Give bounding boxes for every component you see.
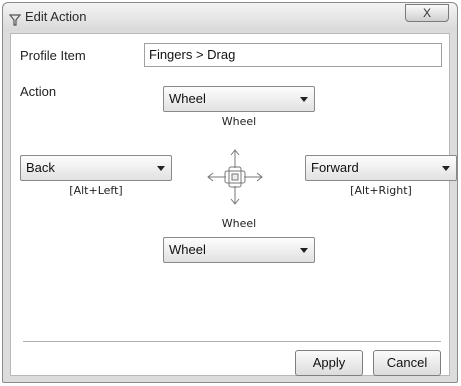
down-action-dropdown[interactable]: Wheel bbox=[163, 237, 315, 263]
left-action-dropdown[interactable]: Back bbox=[20, 155, 172, 181]
title-bar: Edit Action X bbox=[3, 3, 457, 31]
close-icon: X bbox=[422, 6, 431, 20]
up-action-value: Wheel bbox=[169, 91, 206, 106]
up-action-caption: Wheel bbox=[221, 115, 257, 128]
edit-action-dialog: Edit Action X Profile Item Fingers > Dra… bbox=[2, 2, 458, 383]
window-title: Edit Action bbox=[25, 9, 87, 24]
apply-button[interactable]: Apply bbox=[295, 350, 363, 376]
chevron-down-icon bbox=[442, 166, 450, 171]
chevron-down-icon bbox=[300, 97, 308, 102]
right-action-dropdown[interactable]: Forward bbox=[305, 155, 457, 181]
left-action-value: Back bbox=[26, 160, 55, 175]
chevron-down-icon bbox=[300, 248, 308, 253]
up-action-dropdown[interactable]: Wheel bbox=[163, 86, 315, 112]
footer-divider bbox=[23, 341, 441, 343]
four-direction-gesture-icon bbox=[204, 146, 266, 208]
profile-item-label: Profile Item bbox=[20, 48, 86, 63]
right-action-caption: [Alt+Right] bbox=[350, 184, 412, 197]
app-icon bbox=[8, 11, 22, 26]
action-label: Action bbox=[20, 84, 57, 99]
chevron-down-icon bbox=[157, 166, 165, 171]
close-button[interactable]: X bbox=[405, 4, 449, 22]
down-action-value: Wheel bbox=[169, 242, 206, 257]
right-action-value: Forward bbox=[311, 160, 359, 175]
cancel-button[interactable]: Cancel bbox=[373, 350, 441, 376]
down-action-caption: Wheel bbox=[221, 217, 257, 230]
profile-item-field[interactable]: Fingers > Drag bbox=[144, 43, 442, 67]
dialog-content: Profile Item Fingers > Drag Action Wheel… bbox=[10, 33, 457, 376]
left-action-caption: [Alt+Left] bbox=[69, 184, 123, 197]
